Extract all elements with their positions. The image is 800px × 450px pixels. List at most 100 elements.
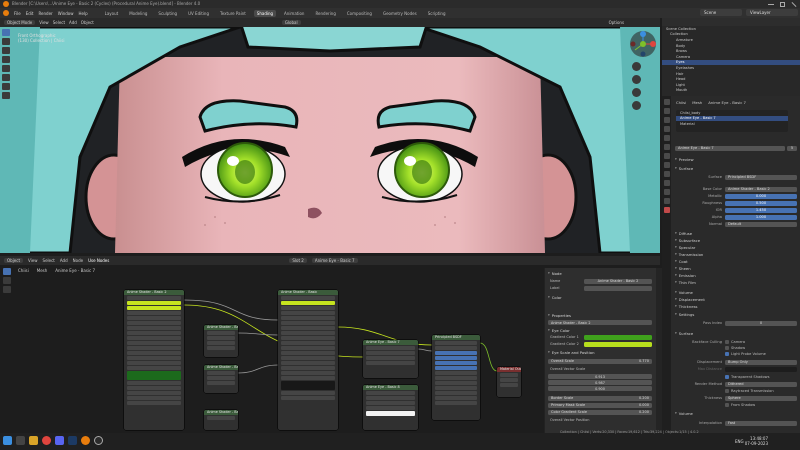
node-value-field[interactable] (435, 366, 477, 370)
node-material-selector[interactable]: Anime Eye - Basic 7 (311, 258, 358, 263)
node-menu-node[interactable]: Node (73, 258, 83, 263)
np-border-scale-field[interactable]: Border Scale 0.200 (548, 395, 652, 401)
np-eye-color-section[interactable]: Eye Color (548, 327, 652, 333)
node-menu-select[interactable]: Select (43, 258, 55, 263)
move-tool-icon[interactable] (2, 47, 10, 54)
photoshop-icon[interactable] (68, 436, 77, 445)
section-settings[interactable]: Settings (675, 311, 797, 317)
node-material-output[interactable]: Material Output (497, 367, 521, 397)
np-vector-y-field[interactable]: 0.987 (548, 380, 652, 385)
close-icon[interactable] (791, 1, 797, 7)
physics-tab-icon[interactable] (663, 180, 670, 186)
shadow-checkbox[interactable] (725, 346, 729, 350)
section-diffuse[interactable]: Diffuse (675, 230, 797, 236)
tab-layout[interactable]: Layout (102, 10, 122, 17)
np-properties-section[interactable]: Properties (548, 312, 652, 318)
node-color-field[interactable] (281, 381, 335, 390)
camera-view-icon[interactable] (632, 88, 641, 97)
scene-selector[interactable]: Scene (700, 9, 742, 16)
menu-help[interactable]: Help (78, 11, 87, 16)
node-anime-shader-basic-a[interactable]: Anime Shader - Basic (204, 325, 238, 357)
node-color-field[interactable] (127, 371, 181, 380)
tool-tab-icon[interactable] (663, 99, 670, 105)
np-properties-field[interactable]: Anime Shader - Basic 2 (548, 320, 652, 325)
modifiers-tab-icon[interactable] (663, 162, 670, 168)
outliner-row[interactable]: Mouth (662, 88, 800, 94)
surface-field-value[interactable]: 0.500 (725, 200, 797, 206)
surface-field-value[interactable]: 0.000 (725, 193, 797, 199)
surface-field-value[interactable]: 1.000 (725, 214, 797, 220)
np-vector-x-field[interactable]: 0.913 (548, 374, 652, 379)
navigation-gizmo-icon[interactable] (629, 30, 657, 58)
node-anime-shader-basic-c[interactable]: Anime Shader - Basic (204, 410, 238, 430)
tab-uv-editing[interactable]: UV Editing (185, 10, 212, 17)
minimize-icon[interactable] (768, 3, 774, 5)
viewport-menu-view[interactable]: View (39, 20, 49, 25)
surface-field-value[interactable]: Anime Shader - Basic 2 (725, 186, 797, 192)
section-displacement[interactable]: Displacement (675, 296, 797, 302)
thickness-dropdown[interactable]: Sphere (725, 395, 797, 401)
section-surface-settings[interactable]: Surface (675, 330, 797, 336)
maximize-icon[interactable] (780, 1, 785, 7)
mode-dropdown[interactable]: Object Mode (4, 20, 36, 25)
options-dropdown[interactable]: Options (609, 20, 624, 25)
windows-start-icon[interactable] (3, 436, 12, 445)
section-emission[interactable]: Emission (675, 272, 797, 278)
orientation-dropdown[interactable]: Global (281, 20, 301, 25)
node-anime-eye-basic-7[interactable]: Anime Eye - Basic 7 (363, 340, 418, 378)
node-editor-mode[interactable]: Object (4, 258, 24, 263)
use-nodes-toggle[interactable]: Use Nodes (88, 258, 109, 263)
viewport-menu-select[interactable]: Select (53, 20, 65, 25)
particles-tab-icon[interactable] (663, 171, 670, 177)
search-icon[interactable] (16, 436, 25, 445)
node-color-field[interactable] (127, 306, 181, 310)
displacement-dropdown[interactable]: Bump Only (725, 359, 797, 365)
tab-modeling[interactable]: Modeling (126, 10, 150, 17)
node-sidebar-tabs[interactable] (656, 268, 662, 433)
node-menu-view[interactable]: View (28, 258, 38, 263)
section-thin-film[interactable]: Thin Film (675, 279, 797, 285)
node-color-field[interactable] (127, 301, 181, 305)
3d-viewport[interactable] (0, 27, 660, 253)
tab-scripting[interactable]: Scripting (425, 10, 449, 17)
viewport-menu-object[interactable]: Object (81, 20, 94, 25)
blender-app-icon[interactable] (81, 436, 90, 445)
material-tab-icon[interactable] (663, 207, 670, 213)
pass-index-field[interactable]: 0 (725, 320, 797, 326)
slot-dropdown[interactable]: Slot 2 (289, 258, 307, 263)
np-label-field[interactable] (584, 285, 652, 291)
menu-render[interactable]: Render (38, 11, 52, 16)
menu-file[interactable]: File (14, 11, 21, 16)
camera-checkbox[interactable] (725, 340, 729, 344)
viewport-menu-add[interactable]: Add (69, 20, 77, 25)
from-shadow-checkbox[interactable] (725, 403, 729, 407)
menu-window[interactable]: Window (58, 11, 74, 16)
scale-tool-icon[interactable] (2, 65, 10, 72)
np-eye-scale-section[interactable]: Eye Scale and Position (548, 349, 652, 355)
file-explorer-icon[interactable] (29, 436, 38, 445)
tab-rendering[interactable]: Rendering (312, 10, 338, 17)
discord-icon[interactable] (55, 436, 64, 445)
material-slot[interactable]: Material (676, 121, 788, 127)
node-anime-shader-basic-b[interactable]: Anime Shader - Basic (204, 365, 238, 393)
interpolation-dropdown[interactable]: Fast (725, 420, 797, 426)
zoom-icon[interactable] (632, 62, 641, 71)
output-tab-icon[interactable] (663, 117, 670, 123)
light-probe-checkbox[interactable] (725, 352, 729, 356)
obs-icon[interactable] (94, 436, 103, 445)
np-name-field[interactable]: Anime Shader - Basic 2 (584, 278, 652, 284)
np-gradient2-color-field[interactable] (584, 341, 652, 347)
node-value-field[interactable] (435, 351, 477, 355)
view-layer-selector[interactable]: ViewLayer (746, 9, 798, 16)
np-color-gradient-field[interactable]: Color Gradient Scale 0.200 (548, 409, 652, 415)
section-surface[interactable]: Surface (675, 165, 797, 171)
node-value-field[interactable] (435, 356, 477, 360)
section-transmission[interactable]: Transmission (675, 251, 797, 257)
section-volume-settings[interactable]: Volume (675, 410, 797, 416)
np-vector-z-field[interactable]: 0.900 (548, 386, 652, 391)
data-tab-icon[interactable] (663, 198, 670, 204)
np-overall-scale-field[interactable]: Overall Scale 0.770 (548, 358, 652, 364)
section-coat[interactable]: Coat (675, 258, 797, 264)
perspective-toggle-icon[interactable] (632, 101, 641, 110)
tab-compositing[interactable]: Compositing (344, 10, 375, 17)
